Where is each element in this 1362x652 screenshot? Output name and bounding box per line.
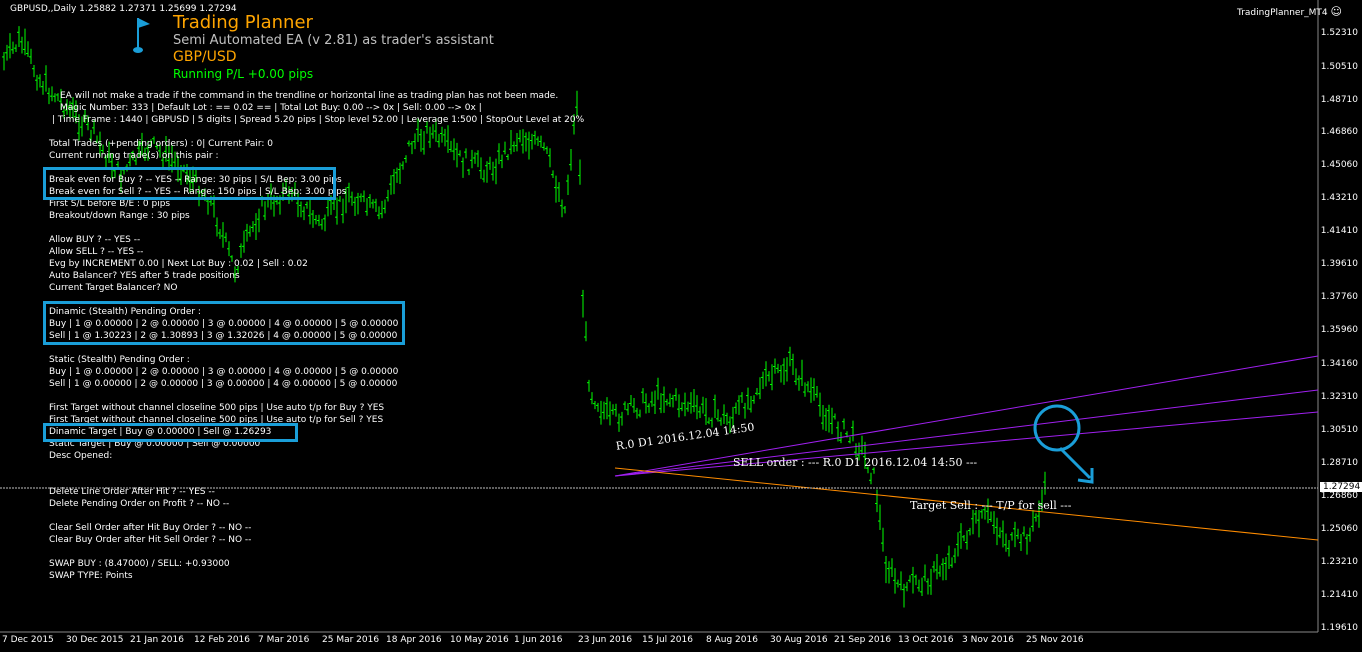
price-tick-label: 1.21410	[1320, 590, 1358, 600]
status-line: Auto Balancer? YES after 5 trade positio…	[49, 271, 240, 281]
status-line: Total Trades (+pending orders) : 0| Curr…	[49, 139, 274, 149]
highlight-break-even	[43, 167, 336, 200]
price-tick-label: 1.32310	[1320, 392, 1358, 402]
price-tick-label: 1.26860	[1320, 491, 1358, 501]
ea-title: Trading Planner	[173, 12, 313, 33]
target-sell-label: Target Sell : --- T/P for sell ---	[910, 499, 1072, 512]
status-line: Sell | 1 @ 0.00000 | 2 @ 0.00000 | 3 @ 0…	[49, 379, 398, 389]
indicator-label: TradingPlanner_MT4	[1237, 8, 1328, 18]
time-tick-label: 25 Nov 2016	[1026, 635, 1084, 645]
trendline-group	[614, 355, 1319, 541]
time-tick-label: 7 Mar 2016	[258, 635, 310, 645]
info-line-3: | Time Frame : 1440 | GBPUSD | 5 digits …	[52, 115, 585, 125]
status-line: Evg by INCREMENT 0.00 | Next Lot Buy : 0…	[49, 259, 308, 269]
status-line: Allow BUY ? -- YES --	[49, 235, 141, 245]
price-tick-label: 1.43210	[1320, 193, 1358, 203]
price-tick-label: 1.28710	[1320, 458, 1358, 468]
time-tick-label: 25 Mar 2016	[322, 635, 380, 645]
status-line: Clear Buy Order after Hit Sell Order ? -…	[49, 535, 252, 545]
ea-subtitle: Semi Automated EA (v 2.81) as trader's a…	[173, 33, 494, 48]
time-tick-label: 1 Jun 2016	[514, 635, 563, 645]
price-tick-label: 1.45060	[1320, 160, 1358, 170]
time-tick-label: 3 Nov 2016	[962, 635, 1014, 645]
time-tick-label: 30 Dec 2015	[66, 635, 124, 645]
time-tick-label: 8 Aug 2016	[706, 635, 758, 645]
time-tick-label: 12 Feb 2016	[194, 635, 251, 645]
status-line: Allow SELL ? -- YES --	[49, 247, 144, 257]
time-tick-label: 18 Apr 2016	[386, 635, 442, 645]
flag-icon[interactable]	[130, 14, 152, 54]
price-tick-label: 1.23210	[1320, 557, 1358, 567]
price-tick-label: 1.48710	[1320, 95, 1358, 105]
price-tick-label: 1.41410	[1320, 226, 1358, 236]
status-line: Current Target Balancer? NO	[49, 283, 178, 293]
target-circle	[1033, 404, 1081, 452]
smiley-icon: ☺	[1330, 5, 1342, 18]
ea-pair: GBP/USD	[173, 49, 237, 65]
price-tick-label: 1.52310	[1320, 28, 1358, 38]
time-tick-label: 30 Aug 2016	[770, 635, 828, 645]
price-tick-label: 1.19610	[1320, 623, 1358, 633]
status-line: Buy | 1 @ 0.00000 | 2 @ 0.00000 | 3 @ 0.…	[49, 367, 399, 377]
time-tick-label: 10 May 2016	[450, 635, 509, 645]
info-line-2: Magic Number: 333 | Default Lot : == 0.0…	[60, 103, 482, 113]
time-tick-label: 23 Jun 2016	[578, 635, 633, 645]
running-pl: Running P/L +0.00 pips	[173, 67, 314, 81]
status-line: Delete Pending Order on Profit ? -- NO -…	[49, 499, 230, 509]
time-tick-label: 21 Jan 2016	[130, 635, 184, 645]
target-arrow-line	[1058, 446, 1092, 480]
status-line: Desc Opened:	[49, 451, 113, 461]
price-tick-label: 1.46860	[1320, 127, 1358, 137]
status-line: Delete Line Order After Hit ? -- YES --	[49, 487, 215, 497]
status-line: Static (Stealth) Pending Order :	[49, 355, 190, 365]
status-line: SWAP TYPE: Points	[49, 571, 133, 581]
status-line: Clear Sell Order after Hit Buy Order ? -…	[49, 523, 252, 533]
status-line: First Target without channel closeline 5…	[49, 403, 385, 413]
highlight-dynamic-target	[43, 423, 298, 442]
time-tick-label: 21 Sep 2016	[834, 635, 892, 645]
time-tick-label: 13 Oct 2016	[898, 635, 954, 645]
info-line-1: EA will not make a trade if the command …	[60, 91, 559, 101]
price-tick-label: 1.34160	[1320, 359, 1358, 369]
time-tick-label: 15 Jul 2016	[642, 635, 693, 645]
indicator-name: TradingPlanner_MT4 ☺	[1237, 5, 1342, 18]
status-line: Breakout/down Range : 30 pips	[49, 211, 190, 221]
time-tick-label: 7 Dec 2015	[2, 635, 54, 645]
price-tick-label: 1.25060	[1320, 524, 1358, 534]
status-line: SWAP BUY : (8.47000) / SELL: +0.93000	[49, 559, 230, 569]
price-tick-label: 1.30510	[1320, 425, 1358, 435]
price-tick-label: 1.35960	[1320, 325, 1358, 335]
price-tick-label: 1.37760	[1320, 292, 1358, 302]
status-line: Current running trade(s) on this pair :	[49, 151, 219, 161]
price-tick-label: 1.50510	[1320, 62, 1358, 72]
sell-order-label: SELL order : --- R.0 D1 2016.12.04 14:50…	[733, 456, 978, 469]
highlight-dynamic-pending	[43, 301, 405, 345]
price-tick-label: 1.39610	[1320, 259, 1358, 269]
